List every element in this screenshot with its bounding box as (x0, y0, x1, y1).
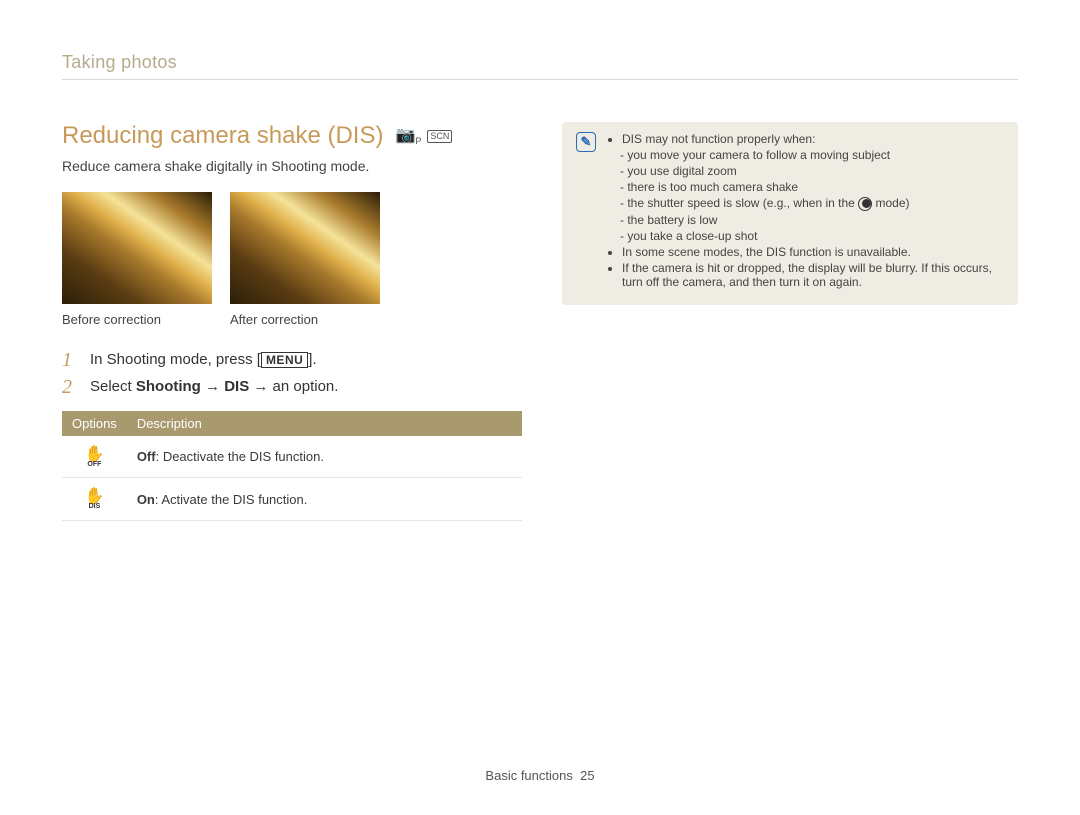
table-row: ✋ DIS On: Activate the DIS function. (62, 478, 522, 520)
options-table: Options Description ✋ OFF Off: Deactivat… (62, 411, 522, 521)
photo-row: Before correction After correction (62, 192, 522, 327)
scn-icon: SCN (427, 130, 452, 143)
step2-pre: Select (90, 378, 136, 395)
note-sub-4: the shutter speed is slow (e.g., when in… (620, 196, 1004, 211)
intro-text: Reduce camera shake digitally in Shootin… (62, 158, 522, 174)
page-footer: Basic functions 25 (0, 768, 1080, 783)
breadcrumb: Taking photos (62, 52, 1018, 73)
footer-page: 25 (580, 768, 594, 783)
row-off-desc: Off: Deactivate the DIS function. (127, 436, 522, 478)
step1-post: ]. (308, 351, 316, 368)
note-sub-3: there is too much camera shake (620, 180, 1004, 194)
step2-arrow1: → (201, 378, 224, 395)
note-sub-1: you move your camera to follow a moving … (620, 148, 1004, 162)
step-2: Select Shooting → DIS → an option. (62, 378, 522, 395)
note-sub-6: you take a close-up shot (620, 229, 1004, 243)
dis-off-icon: ✋ OFF (84, 449, 104, 467)
note-sub-5: the battery is low (620, 213, 1004, 227)
note-bullet-scene: In some scene modes, the DIS function is… (622, 245, 1004, 259)
note-lead: DIS may not function properly when: (622, 132, 1004, 146)
step2-dis: DIS (224, 378, 249, 395)
after-caption: After correction (230, 312, 380, 327)
step2-post: → an option. (249, 378, 338, 395)
row-on-desc: On: Activate the DIS function. (127, 478, 522, 520)
note-sub-2: you use digital zoom (620, 164, 1004, 178)
before-caption: Before correction (62, 312, 212, 327)
note-box: ✎ DIS may not function properly when: yo… (562, 122, 1018, 305)
divider (62, 79, 1018, 80)
note-body: DIS may not function properly when: you … (606, 132, 1004, 291)
menu-key-icon: MENU (261, 352, 308, 368)
page-title: Reducing camera shake (DIS) 📷P SCN (62, 122, 522, 150)
dis-on-icon: ✋ DIS (84, 491, 104, 509)
footer-section: Basic functions (485, 768, 572, 783)
th-options: Options (62, 411, 127, 436)
step2-shooting: Shooting (136, 378, 201, 395)
step1-pre: In Shooting mode, press [ (90, 351, 261, 368)
title-text: Reducing camera shake (DIS) (62, 122, 383, 150)
steps-list: In Shooting mode, press [MENU]. Select S… (62, 351, 522, 395)
note-bullet-drop: If the camera is hit or dropped, the dis… (622, 261, 1004, 289)
note-icon: ✎ (576, 132, 596, 152)
mode-icons: 📷P SCN (395, 125, 452, 146)
night-mode-icon (858, 197, 872, 211)
before-photo (62, 192, 212, 304)
after-photo (230, 192, 380, 304)
camera-p-icon: 📷P (395, 125, 421, 146)
step-1: In Shooting mode, press [MENU]. (62, 351, 522, 368)
th-description: Description (127, 411, 522, 436)
table-row: ✋ OFF Off: Deactivate the DIS function. (62, 436, 522, 478)
